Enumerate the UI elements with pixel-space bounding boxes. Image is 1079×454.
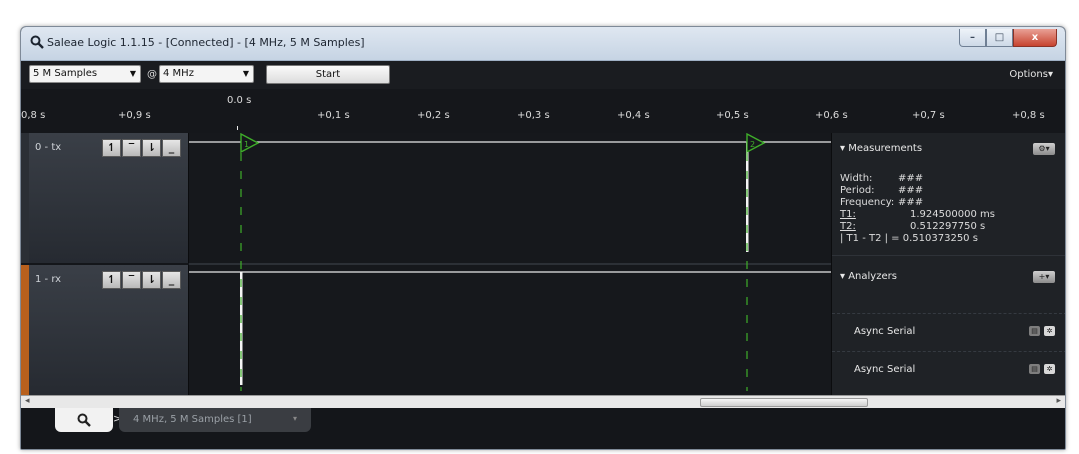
measurement-row: Frequency: ### bbox=[840, 197, 923, 208]
marker-1-label: 1 bbox=[244, 140, 249, 149]
toolbar: 5 M Samples ▼ @ 4 MHz ▼ Start Options▾ bbox=[21, 61, 1065, 89]
analyzer-actions: ▤ ✲ bbox=[1025, 326, 1055, 336]
options-menu[interactable]: Options▾ bbox=[1009, 69, 1053, 80]
analyzers-header[interactable]: ▾ Analyzers bbox=[840, 271, 897, 282]
section-divider bbox=[832, 255, 1065, 256]
low-level-trigger-icon[interactable]: _ bbox=[162, 271, 181, 289]
measurement-value: 0.512297750 s bbox=[910, 221, 986, 232]
ruler-tick-label: +0,8 s bbox=[1012, 110, 1045, 121]
marker-1-flag[interactable]: 1 bbox=[240, 133, 260, 154]
analyzer-label: Async Serial bbox=[854, 326, 916, 337]
measurement-key: Width: bbox=[840, 173, 873, 184]
channel-1-pulse bbox=[240, 272, 243, 385]
measurement-row: T2: 0.512297750 s bbox=[840, 221, 985, 232]
channel-1-header[interactable]: 1 - rx ↿ ‾ ⇂ _ bbox=[21, 265, 189, 395]
chevron-down-icon: ▼ bbox=[242, 69, 249, 78]
ruler-tick-label: +0,1 s bbox=[317, 110, 350, 121]
measurement-row: Period: ### bbox=[840, 185, 923, 196]
trigger-buttons: ↿ ‾ ⇂ _ bbox=[102, 139, 182, 157]
high-level-trigger-icon[interactable]: ‾ bbox=[122, 139, 141, 157]
table-icon[interactable]: ▤ bbox=[1029, 364, 1040, 374]
ruler-tick-label: +0,7 s bbox=[912, 110, 945, 121]
samples-select[interactable]: 5 M Samples ▼ bbox=[29, 65, 141, 83]
chevron-down-icon: ▼ bbox=[129, 69, 136, 78]
app-window: Saleae Logic 1.1.15 - [Connected] - [4 M… bbox=[20, 26, 1066, 450]
ruler-tick-label: +0,9 s bbox=[118, 110, 151, 121]
side-panel: ▾ Measurements ⚙▾ Width: ### Period: ###… bbox=[831, 133, 1065, 395]
scroll-right-icon[interactable]: ▸ bbox=[1056, 396, 1061, 406]
minimize-button[interactable]: – bbox=[959, 29, 986, 47]
high-level-trigger-icon[interactable]: ‾ bbox=[122, 271, 141, 289]
add-analyzer-icon[interactable]: +▾ bbox=[1033, 271, 1055, 283]
table-icon[interactable]: ▤ bbox=[1029, 326, 1040, 336]
measurement-value: ### bbox=[898, 185, 924, 196]
channel-name: 0 - tx bbox=[35, 142, 62, 153]
measurement-value: ### bbox=[898, 197, 924, 208]
measurement-value: 1.924500000 ms bbox=[910, 209, 995, 220]
waveform-area[interactable]: 1 2 bbox=[189, 133, 831, 395]
measurements-header[interactable]: ▾ Measurements bbox=[840, 143, 922, 154]
measurement-row: T1: 1.924500000 ms bbox=[840, 209, 995, 220]
measurement-row: Width: ### bbox=[840, 173, 923, 184]
window-controls: – □ x bbox=[959, 29, 1057, 47]
tab-session[interactable]: 4 MHz, 5 M Samples [1] ▾ bbox=[119, 408, 311, 432]
falling-edge-trigger-icon[interactable]: ⇂ bbox=[142, 139, 161, 157]
analyzer-item[interactable]: Async Serial ▤ ✲ bbox=[832, 351, 1065, 387]
samples-value: 5 M Samples bbox=[33, 68, 98, 79]
horizontal-scrollbar[interactable]: ◂ ▸ bbox=[21, 395, 1065, 408]
search-icon bbox=[30, 35, 44, 49]
tab-session-label: 4 MHz, 5 M Samples [1] bbox=[133, 414, 252, 425]
marker-2-flag[interactable]: 2 bbox=[746, 133, 766, 154]
scroll-left-icon[interactable]: ◂ bbox=[25, 396, 30, 406]
ruler-tick-label: +0,3 s bbox=[517, 110, 550, 121]
search-tab[interactable] bbox=[55, 408, 113, 432]
title-bar: Saleae Logic 1.1.15 - [Connected] - [4 M… bbox=[21, 27, 1065, 61]
time-ruler[interactable]: 0.0 s 0,8 s +0,9 s +0,1 s +0,2 s +0,3 s … bbox=[21, 89, 1065, 133]
sample-rate-select[interactable]: 4 MHz ▼ bbox=[159, 65, 254, 83]
start-button[interactable]: Start bbox=[266, 65, 390, 84]
ruler-tick-label: +0,6 s bbox=[815, 110, 848, 121]
rising-edge-trigger-icon[interactable]: ↿ bbox=[102, 271, 121, 289]
session-tab-bar: > 4 MHz, 5 M Samples [1] ▾ bbox=[21, 408, 1065, 449]
low-level-trigger-icon[interactable]: _ bbox=[162, 139, 181, 157]
ruler-tick-label: 0,8 s bbox=[21, 110, 46, 121]
marker-2-label: 2 bbox=[750, 140, 755, 149]
zero-tick-mark bbox=[237, 126, 238, 130]
ruler-tick-label: +0,2 s bbox=[417, 110, 450, 121]
measurement-value: ### bbox=[898, 173, 924, 184]
t2-link[interactable]: T2: bbox=[840, 221, 856, 232]
falling-edge-trigger-icon[interactable]: ⇂ bbox=[142, 271, 161, 289]
analyzer-item[interactable]: Async Serial ▤ ✲ bbox=[832, 313, 1065, 349]
zero-time-label: 0.0 s bbox=[227, 95, 252, 106]
scroll-thumb[interactable] bbox=[700, 398, 868, 407]
chevron-down-icon[interactable]: ▾ bbox=[293, 414, 297, 423]
rising-edge-trigger-icon[interactable]: ↿ bbox=[102, 139, 121, 157]
trigger-buttons: ↿ ‾ ⇂ _ bbox=[102, 271, 182, 289]
analyzer-label: Async Serial bbox=[854, 364, 916, 375]
gear-icon[interactable]: ✲ bbox=[1044, 364, 1055, 374]
ruler-tick-label: +0,4 s bbox=[617, 110, 650, 121]
channel-name: 1 - rx bbox=[35, 274, 62, 285]
measurement-key: Frequency: bbox=[840, 197, 895, 208]
measurement-key: Period: bbox=[840, 185, 875, 196]
sample-rate-value: 4 MHz bbox=[163, 68, 194, 79]
search-icon bbox=[77, 413, 91, 427]
t1-link[interactable]: T1: bbox=[840, 209, 856, 220]
analyzer-actions: ▤ ✲ bbox=[1025, 364, 1055, 374]
close-button[interactable]: x bbox=[1013, 29, 1057, 47]
channel-0-header[interactable]: 0 - tx ↿ ‾ ⇂ _ bbox=[21, 133, 189, 263]
window-title: Saleae Logic 1.1.15 - [Connected] - [4 M… bbox=[47, 36, 365, 49]
at-sign: @ bbox=[147, 69, 157, 80]
page: Saleae Logic 1.1.15 - [Connected] - [4 M… bbox=[0, 0, 1079, 454]
measurements-gear-icon[interactable]: ⚙▾ bbox=[1033, 143, 1055, 155]
gear-icon[interactable]: ✲ bbox=[1044, 326, 1055, 336]
measurement-diff: | T1 - T2 | = 0.510373250 s bbox=[840, 233, 978, 244]
maximize-button[interactable]: □ bbox=[986, 29, 1013, 47]
ruler-tick-label: +0,5 s bbox=[716, 110, 749, 121]
